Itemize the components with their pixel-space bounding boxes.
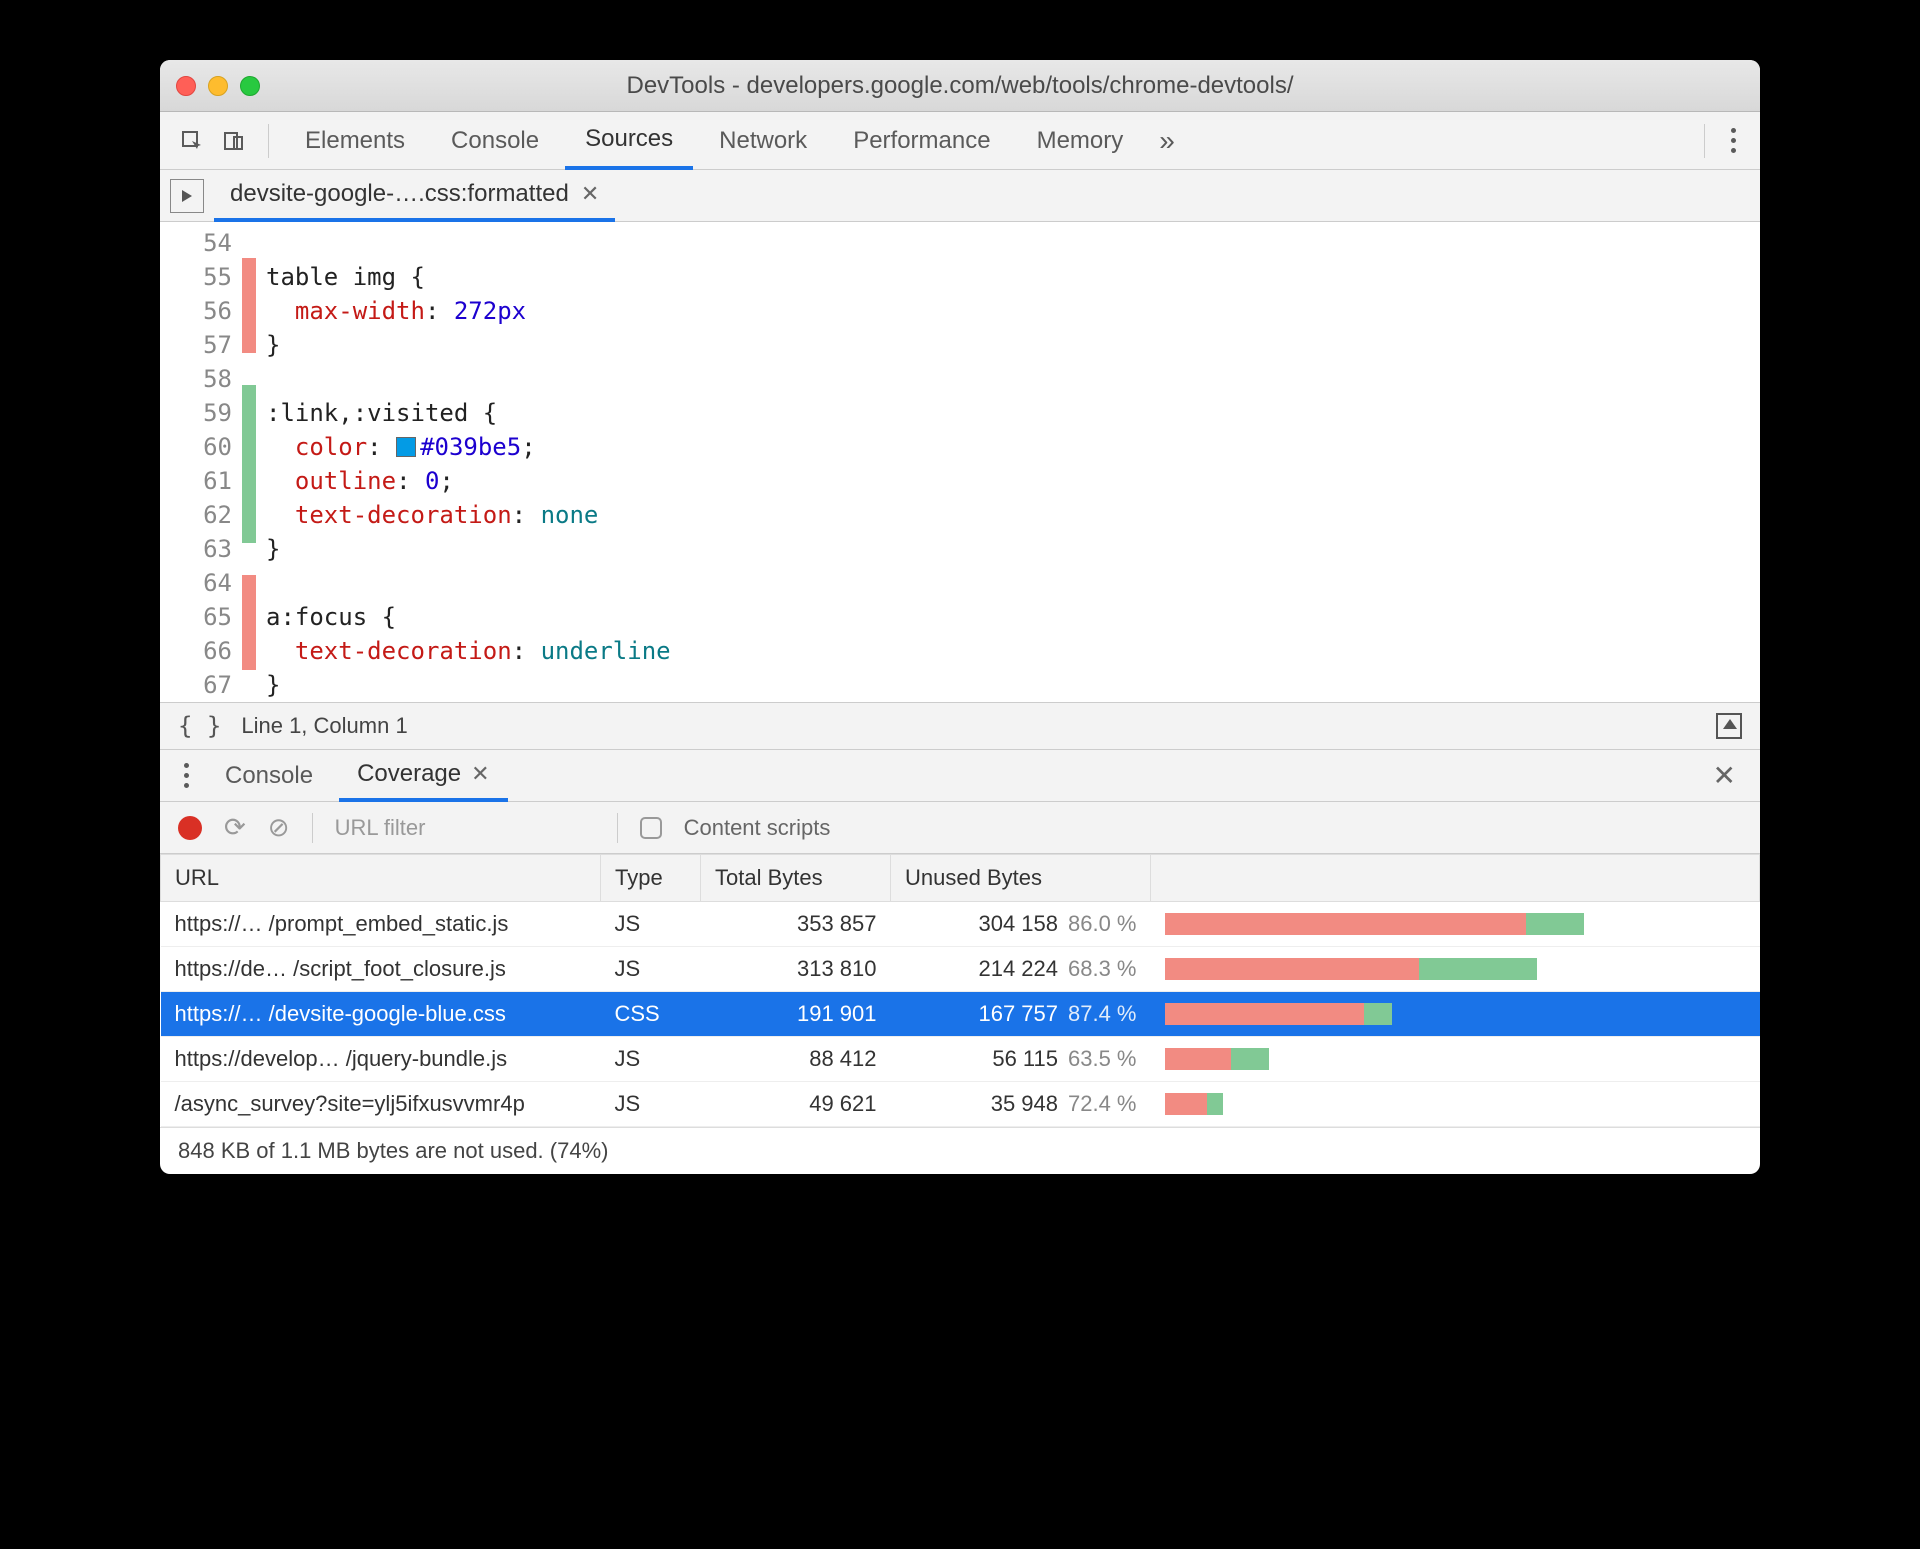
table-cell xyxy=(1151,992,1760,1037)
table-cell xyxy=(1151,1037,1760,1082)
table-cell: JS xyxy=(601,1037,701,1082)
table-cell: CSS xyxy=(601,992,701,1037)
drawer-tab-label: Console xyxy=(225,762,313,790)
column-header[interactable] xyxy=(1151,855,1760,902)
column-header[interactable]: URL xyxy=(161,855,601,902)
file-tab[interactable]: devsite-google-….css:formatted ✕ xyxy=(214,171,615,222)
tab-network[interactable]: Network xyxy=(699,112,827,169)
table-cell xyxy=(1151,947,1760,992)
table-header-row: URLTypeTotal BytesUnused Bytes xyxy=(161,855,1760,902)
editor-status-bar: { } Line 1, Column 1 xyxy=(160,702,1760,750)
tab-sources[interactable]: Sources xyxy=(565,113,693,170)
close-tab-icon[interactable]: ✕ xyxy=(471,761,489,787)
file-tab-label: devsite-google-….css:formatted xyxy=(230,180,569,208)
divider xyxy=(1704,124,1705,158)
table-cell xyxy=(1151,1082,1760,1127)
content-scripts-checkbox[interactable] xyxy=(640,817,662,839)
table-row[interactable]: /async_survey?site=ylj5ifxusvvmr4pJS49 6… xyxy=(161,1082,1760,1127)
column-header[interactable]: Total Bytes xyxy=(701,855,891,902)
toggle-sidebar-icon[interactable] xyxy=(1716,713,1742,739)
navigator-toggle-icon[interactable] xyxy=(170,179,204,213)
inspect-element-icon[interactable] xyxy=(174,123,210,159)
line-number-gutter: 54 55 56 57 58 59 60 61 62 63 64 65 66 6… xyxy=(160,222,242,702)
maximize-window-button[interactable] xyxy=(240,76,260,96)
table-cell: 304 15886.0 % xyxy=(891,902,1151,947)
divider xyxy=(268,124,269,158)
coverage-gutter xyxy=(242,222,256,702)
code-content: table img { max-width: 272px } :link,:vi… xyxy=(256,222,1760,702)
drawer-tab-coverage[interactable]: Coverage ✕ xyxy=(339,751,508,802)
titlebar: DevTools - developers.google.com/web/too… xyxy=(160,60,1760,112)
table-cell: 353 857 xyxy=(701,902,891,947)
table-cell: 167 75787.4 % xyxy=(891,992,1151,1037)
minimize-window-button[interactable] xyxy=(208,76,228,96)
table-cell: https://… /prompt_embed_static.js xyxy=(161,902,601,947)
divider xyxy=(312,813,313,843)
table-cell: JS xyxy=(601,902,701,947)
reload-icon[interactable]: ⟳ xyxy=(224,812,246,843)
table-cell: 49 621 xyxy=(701,1082,891,1127)
table-cell: /async_survey?site=ylj5ifxusvvmr4p xyxy=(161,1082,601,1127)
settings-menu-button[interactable] xyxy=(1721,128,1746,153)
column-header[interactable]: Unused Bytes xyxy=(891,855,1151,902)
drawer-menu-button[interactable] xyxy=(174,763,199,788)
close-file-icon[interactable]: ✕ xyxy=(581,181,599,207)
tab-elements[interactable]: Elements xyxy=(285,112,425,169)
table-cell xyxy=(1151,902,1760,947)
record-button[interactable] xyxy=(178,816,202,840)
coverage-toolbar: ⟳ ⊘ URL filter Content scripts xyxy=(160,802,1760,854)
close-drawer-icon[interactable]: ✕ xyxy=(1703,759,1746,792)
table-cell: 214 22468.3 % xyxy=(891,947,1151,992)
table-cell: 313 810 xyxy=(701,947,891,992)
source-editor[interactable]: 54 55 56 57 58 59 60 61 62 63 64 65 66 6… xyxy=(160,222,1760,702)
drawer-tab-console[interactable]: Console xyxy=(207,750,331,801)
table-cell: JS xyxy=(601,947,701,992)
close-window-button[interactable] xyxy=(176,76,196,96)
coverage-table: URLTypeTotal BytesUnused Bytes https://…… xyxy=(160,854,1760,1127)
pretty-print-icon[interactable]: { } xyxy=(178,712,221,740)
table-cell: https://… /devsite-google-blue.css xyxy=(161,992,601,1037)
table-cell: 56 11563.5 % xyxy=(891,1037,1151,1082)
table-cell: 88 412 xyxy=(701,1037,891,1082)
table-row[interactable]: https://… /prompt_embed_static.jsJS353 8… xyxy=(161,902,1760,947)
url-filter-input[interactable]: URL filter xyxy=(335,815,595,841)
coverage-summary: 848 KB of 1.1 MB bytes are not used. (74… xyxy=(160,1127,1760,1174)
main-tab-bar: ElementsConsoleSourcesNetworkPerformance… xyxy=(160,112,1760,170)
table-row[interactable]: https://… /devsite-google-blue.cssCSS191… xyxy=(161,992,1760,1037)
file-tab-strip: devsite-google-….css:formatted ✕ xyxy=(160,170,1760,222)
column-header[interactable]: Type xyxy=(601,855,701,902)
table-row[interactable]: https://de… /script_foot_closure.jsJS313… xyxy=(161,947,1760,992)
content-scripts-label: Content scripts xyxy=(684,815,831,841)
table-cell: 35 94872.4 % xyxy=(891,1082,1151,1127)
window-title: DevTools - developers.google.com/web/too… xyxy=(160,72,1760,100)
devtools-window: DevTools - developers.google.com/web/too… xyxy=(160,60,1760,1174)
table-cell: https://develop… /jquery-bundle.js xyxy=(161,1037,601,1082)
window-controls xyxy=(176,76,260,96)
tab-performance[interactable]: Performance xyxy=(833,112,1010,169)
more-tabs-button[interactable]: » xyxy=(1149,125,1185,157)
drawer-tab-label: Coverage xyxy=(357,760,461,788)
table-row[interactable]: https://develop… /jquery-bundle.jsJS88 4… xyxy=(161,1037,1760,1082)
table-cell: 191 901 xyxy=(701,992,891,1037)
table-cell: https://de… /script_foot_closure.js xyxy=(161,947,601,992)
device-toolbar-icon[interactable] xyxy=(216,123,252,159)
drawer-tab-bar: Console Coverage ✕ ✕ xyxy=(160,750,1760,802)
cursor-position: Line 1, Column 1 xyxy=(241,713,407,739)
tab-memory[interactable]: Memory xyxy=(1017,112,1144,169)
clear-icon[interactable]: ⊘ xyxy=(268,812,290,843)
tab-console[interactable]: Console xyxy=(431,112,559,169)
divider xyxy=(617,813,618,843)
table-cell: JS xyxy=(601,1082,701,1127)
